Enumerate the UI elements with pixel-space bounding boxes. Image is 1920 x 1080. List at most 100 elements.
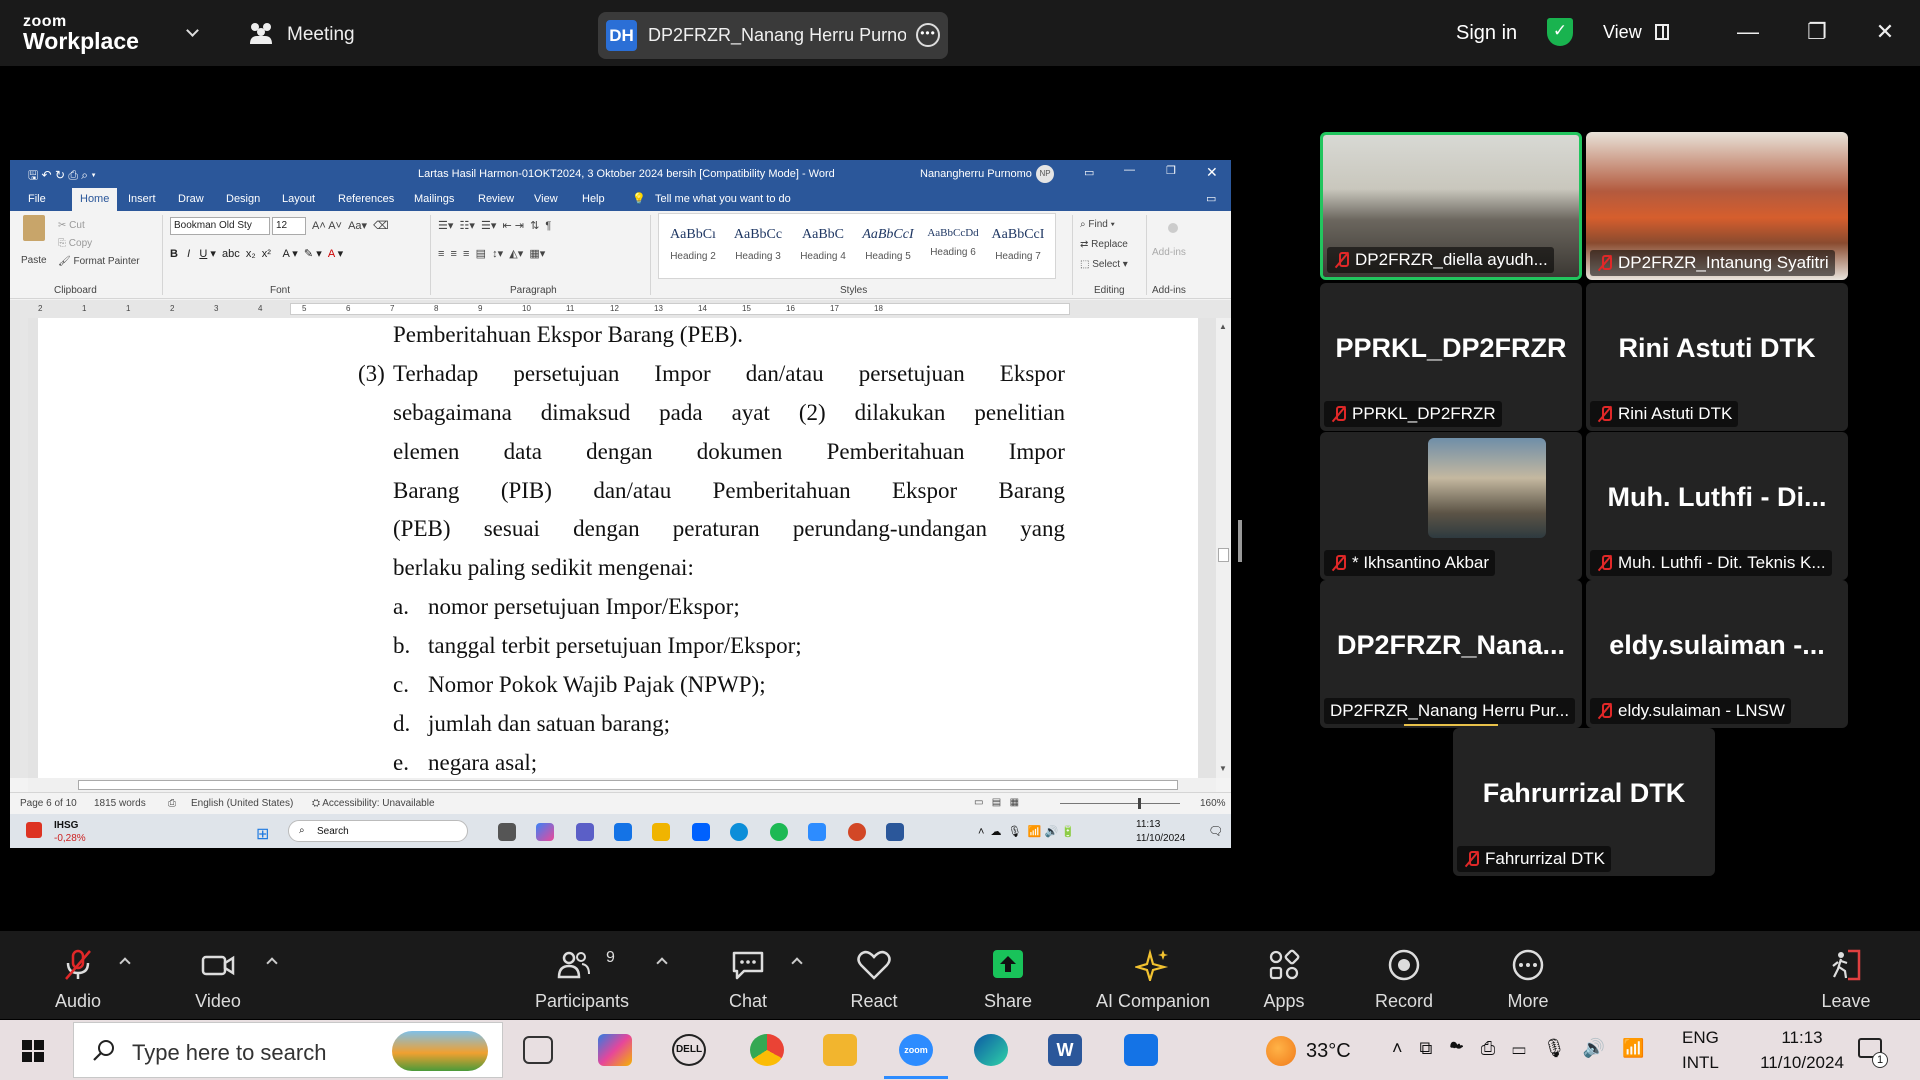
- audio-options-chevron-icon[interactable]: [119, 957, 131, 969]
- system-tray-icons[interactable]: ˄ ☁ 🎙 📶 🔊 🔋: [978, 825, 1075, 838]
- zoom-taskbar-icon[interactable]: zoom: [899, 1034, 933, 1066]
- audio-button[interactable]: Audio: [38, 931, 118, 1019]
- comments-icon[interactable]: ▭: [1206, 192, 1216, 205]
- dell-icon[interactable]: DELL: [672, 1034, 706, 1066]
- font-size-box[interactable]: 12: [272, 217, 306, 235]
- participant-tile[interactable]: DP2FRZR_diella ayudh...: [1320, 132, 1582, 280]
- tell-me-search[interactable]: Tell me what you want to do: [655, 193, 791, 205]
- powerpoint-icon[interactable]: [848, 823, 866, 841]
- clock-time[interactable]: 11:13: [1762, 1028, 1842, 1048]
- panel-splitter-handle[interactable]: [1238, 520, 1242, 562]
- cut-button[interactable]: ✂ Cut: [58, 220, 85, 231]
- leave-button[interactable]: Leave: [1806, 931, 1886, 1019]
- windows-start-icon[interactable]: ⊞: [256, 824, 269, 844]
- add-ins-icon[interactable]: [1168, 223, 1178, 233]
- list-indent-icons[interactable]: ☰▾ ☷▾ ☰▾ ⇤ ⇥ ⇅ ¶: [438, 219, 551, 232]
- format-painter-button[interactable]: 🖌 Format Painter: [58, 256, 140, 267]
- participant-tile[interactable]: DP2FRZR_Nana... DP2FRZR_Nanang Herru Pur…: [1320, 580, 1582, 728]
- ai-companion-button[interactable]: AI Companion: [1088, 931, 1218, 1019]
- system-tray-icons[interactable]: ˄ ⧉ ☁ ⎙ ▭ 🎙 🔊 📶: [1392, 1038, 1651, 1059]
- close-window-icon[interactable]: ✕: [1865, 14, 1905, 50]
- participant-tile[interactable]: DP2FRZR_Intanung Syafitri: [1586, 132, 1848, 280]
- tab-review[interactable]: Review: [478, 193, 514, 205]
- page-count[interactable]: Page 6 of 10: [20, 798, 77, 809]
- edge-icon[interactable]: [974, 1034, 1008, 1066]
- edge-icon[interactable]: [730, 823, 748, 841]
- tab-references[interactable]: References: [338, 193, 394, 205]
- participant-tile[interactable]: Rini Astuti DTK Rini Astuti DTK: [1586, 283, 1848, 431]
- windows-search-box[interactable]: Type here to search: [73, 1022, 503, 1078]
- participant-tile[interactable]: Fahrurrizal DTK Fahrurrizal DTK: [1453, 728, 1715, 876]
- word-app-icon[interactable]: [886, 823, 904, 841]
- input-language-primary[interactable]: ENG: [1682, 1028, 1719, 1048]
- input-language-secondary[interactable]: INTL: [1682, 1053, 1719, 1073]
- document-page[interactable]: Pemberitahuan Ekspor Barang (PEB). (3) T…: [38, 318, 1198, 778]
- language-status[interactable]: English (United States): [191, 798, 293, 809]
- word-count[interactable]: 1815 words: [94, 798, 146, 809]
- participants-button[interactable]: 9 Participants: [528, 931, 636, 1019]
- video-button[interactable]: Video: [178, 931, 258, 1019]
- style-heading-4[interactable]: AaBbC Heading 4: [791, 221, 855, 271]
- screen-share-pill[interactable]: DH DP2FRZR_Nanang Herru Purnomo •••: [598, 12, 948, 59]
- style-heading-5[interactable]: AaBbCcI Heading 5: [856, 221, 920, 271]
- tab-view[interactable]: View: [534, 193, 558, 205]
- weather-icon[interactable]: [1266, 1036, 1296, 1066]
- replace-button[interactable]: ⇄ Replace: [1080, 239, 1128, 250]
- zoom-app-icon[interactable]: [808, 823, 826, 841]
- weather-temperature[interactable]: 33°C: [1306, 1040, 1351, 1063]
- tab-insert[interactable]: Insert: [128, 193, 156, 205]
- font-name-box[interactable]: Bookman Old Sty: [170, 217, 270, 235]
- mail-icon[interactable]: [1124, 1034, 1158, 1066]
- scrollbar-thumb[interactable]: [1218, 548, 1229, 562]
- more-button[interactable]: More: [1488, 931, 1568, 1019]
- vertical-scrollbar[interactable]: ▲ ▼: [1216, 318, 1231, 778]
- scroll-down-icon[interactable]: ▼: [1219, 764, 1227, 773]
- word-restore-icon[interactable]: ❐: [1166, 164, 1176, 177]
- word-taskbar-icon[interactable]: W: [1048, 1034, 1082, 1066]
- spotify-icon[interactable]: [770, 823, 788, 841]
- stock-widget-icon[interactable]: [26, 822, 42, 838]
- word-minimize-icon[interactable]: —: [1124, 164, 1135, 176]
- horizontal-ruler[interactable]: 2 1 1 2 3 4 5 6 7 8 9 10 11 12 13 14 15 16 17 18: [10, 300, 1231, 318]
- apps-button[interactable]: Apps: [1244, 931, 1324, 1019]
- view-button[interactable]: View: [1603, 22, 1642, 43]
- task-view-icon[interactable]: [498, 823, 516, 841]
- participant-tile[interactable]: Muh. Luthfi - Di... Muh. Luthfi - Dit. T…: [1586, 432, 1848, 580]
- participant-tile[interactable]: PPRKL_DP2FRZR PPRKL_DP2FRZR: [1320, 283, 1582, 431]
- windows-start-icon[interactable]: [22, 1040, 44, 1062]
- share-more-options-icon[interactable]: •••: [916, 23, 940, 47]
- copilot-icon[interactable]: [598, 1034, 632, 1066]
- accessibility-status[interactable]: ⛭ Accessibility: Unavailable: [312, 798, 435, 809]
- task-view-icon[interactable]: [523, 1036, 553, 1064]
- react-button[interactable]: React: [834, 931, 914, 1019]
- participant-tile[interactable]: * Ikhsantino Akbar: [1320, 432, 1582, 580]
- h-scrollbar-thumb[interactable]: [78, 780, 1178, 790]
- zoom-level[interactable]: 160%: [1200, 798, 1226, 809]
- proofing-icon[interactable]: ⎙: [168, 798, 176, 809]
- tab-home[interactable]: Home: [72, 188, 118, 211]
- tab-mailings[interactable]: Mailings: [414, 193, 454, 205]
- style-heading-2[interactable]: AaBbCı Heading 2: [661, 221, 725, 271]
- copy-button[interactable]: ⎘ Copy: [58, 238, 92, 249]
- copilot-icon[interactable]: [536, 823, 554, 841]
- minimize-window-icon[interactable]: —: [1728, 14, 1768, 50]
- video-options-chevron-icon[interactable]: [266, 957, 278, 969]
- tab-layout[interactable]: Layout: [282, 193, 315, 205]
- style-heading-6[interactable]: AaBbCcDd Heading 6: [921, 221, 985, 271]
- sign-in-link[interactable]: Sign in: [1456, 22, 1517, 45]
- word-close-icon[interactable]: ✕: [1206, 164, 1218, 181]
- dropbox-icon[interactable]: [692, 823, 710, 841]
- word-quick-access-icons[interactable]: 🖫 ↶ ↻ ⎙ ⌕ ▾: [28, 166, 96, 187]
- chrome-icon[interactable]: [750, 1034, 784, 1066]
- workplace-menu-chevron-icon[interactable]: [186, 24, 199, 37]
- chat-button[interactable]: Chat: [708, 931, 788, 1019]
- zoom-slider[interactable]: [1060, 803, 1180, 804]
- share-button[interactable]: Share: [968, 931, 1048, 1019]
- encryption-shield-icon[interactable]: ✓: [1547, 18, 1573, 46]
- paste-button[interactable]: Paste: [21, 255, 47, 266]
- meeting-tab[interactable]: Meeting: [287, 24, 355, 46]
- horizontal-scrollbar[interactable]: [28, 778, 1216, 792]
- chat-options-chevron-icon[interactable]: [791, 957, 803, 969]
- record-button[interactable]: Record: [1364, 931, 1444, 1019]
- clock-date[interactable]: 11/10/2024: [1736, 1053, 1868, 1073]
